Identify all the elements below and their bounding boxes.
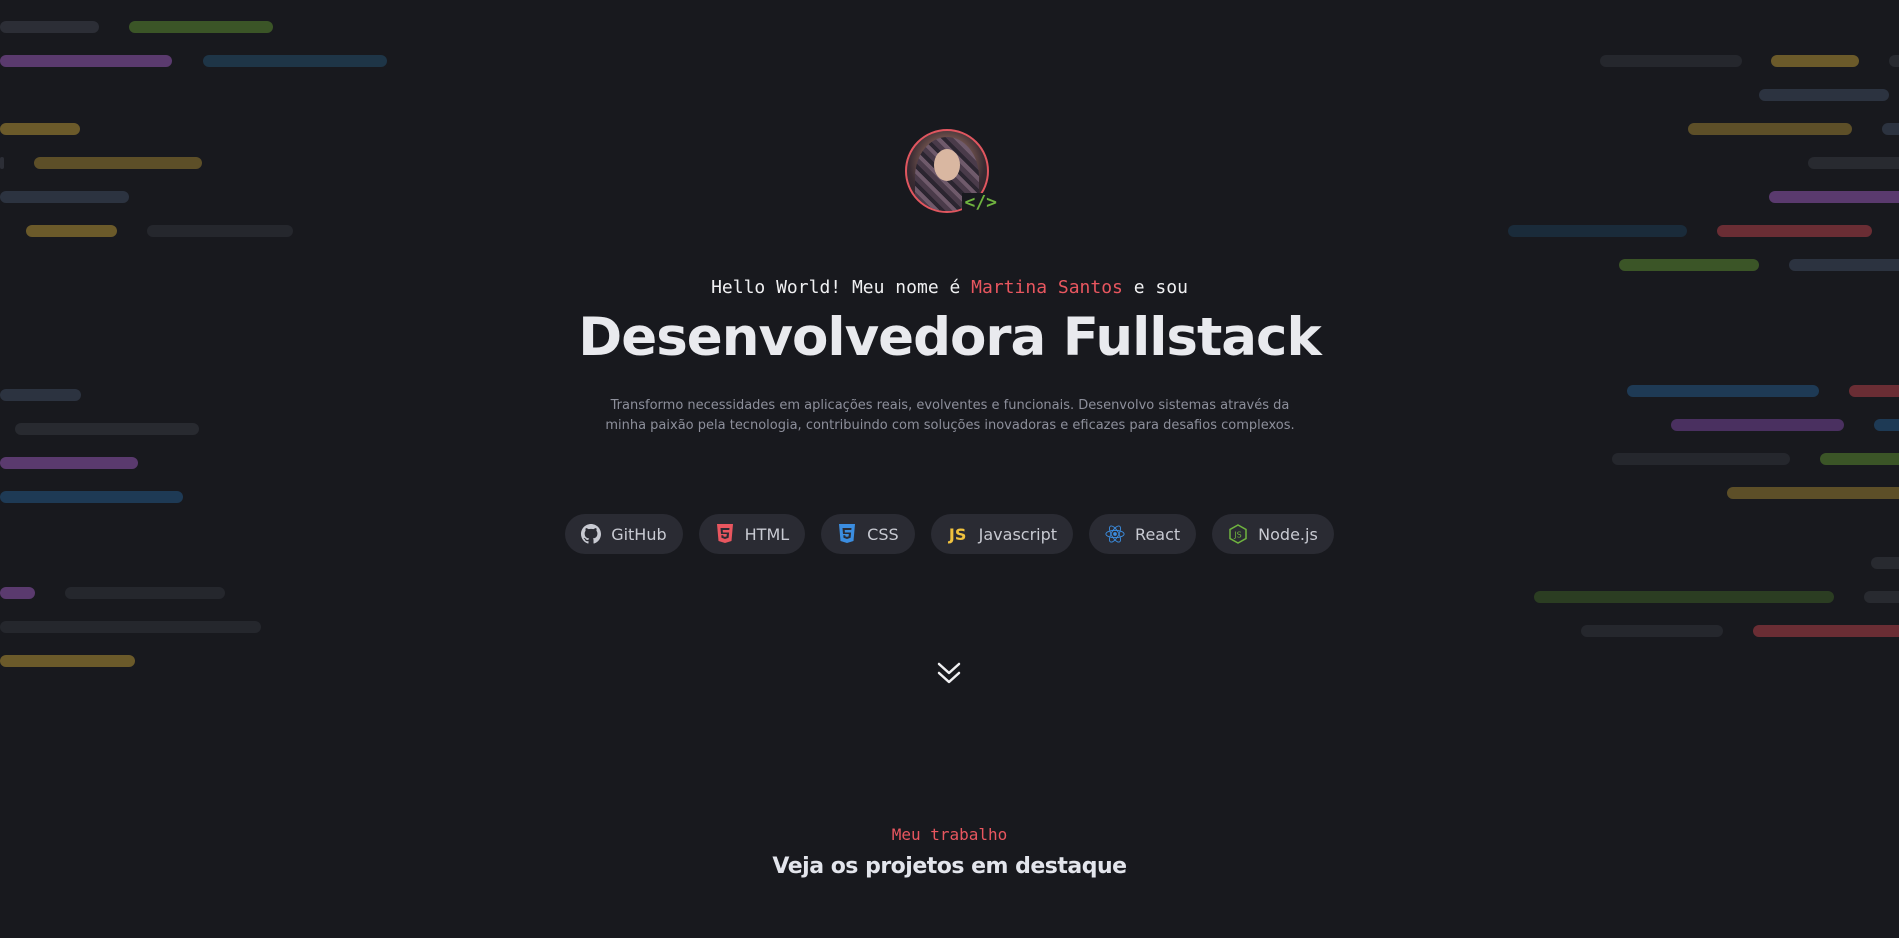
tech-chip-label: React: [1135, 524, 1181, 544]
svg-text:JS: JS: [1233, 531, 1241, 540]
tech-chip-nodejs[interactable]: JS Node.js: [1212, 514, 1334, 554]
tech-chip-label: Node.js: [1258, 524, 1318, 544]
greeting-name: Martina Santos: [971, 277, 1123, 298]
hero-description-line: minha paixão pela tecnologia, contribuin…: [605, 418, 1295, 433]
tech-chip-html[interactable]: HTML: [698, 514, 806, 554]
js-icon: JS: [948, 524, 967, 544]
code-badge-icon: </>: [962, 192, 999, 213]
tech-chip-github[interactable]: GitHub: [565, 514, 683, 554]
tech-stack-list: GitHub HTML CSS JS Javascript React JS N…: [0, 514, 1899, 554]
tech-chip-label: Javascript: [978, 524, 1058, 544]
hero-title: Desenvolvedora Fullstack: [578, 307, 1321, 368]
hero-description-line: Transformo necessidades em aplicações re…: [610, 398, 1290, 413]
github-icon: [581, 524, 602, 544]
tech-chip-react[interactable]: React: [1089, 514, 1197, 554]
work-section-kicker: Meu trabalho: [891, 825, 1008, 844]
tech-chip-css[interactable]: CSS: [821, 514, 915, 554]
chevron-double-down-icon[interactable]: [935, 660, 963, 688]
profile-avatar: </>: [905, 129, 999, 215]
hero-greeting: Hello World! Meu nome é Martina Santos e…: [0, 277, 1899, 298]
tech-chip-javascript[interactable]: JS Javascript: [930, 514, 1074, 554]
tech-chip-label: CSS: [867, 524, 899, 544]
nodejs-icon: JS: [1228, 524, 1248, 544]
hero-description: Transformo necessidades em aplicações re…: [600, 396, 1300, 436]
greeting-prefix: Hello World! Meu nome é: [711, 277, 972, 298]
greeting-suffix: e sou: [1122, 277, 1188, 298]
tech-chip-label: HTML: [744, 524, 790, 544]
tech-chip-label: GitHub: [611, 524, 667, 544]
portfolio-page: </> Hello World! Meu nome é Martina Sant…: [0, 0, 1899, 938]
react-icon: [1105, 524, 1125, 544]
work-section-title: Veja os projetos em destaque: [772, 854, 1127, 879]
html5-icon: [715, 524, 735, 544]
css3-icon: [837, 524, 857, 544]
